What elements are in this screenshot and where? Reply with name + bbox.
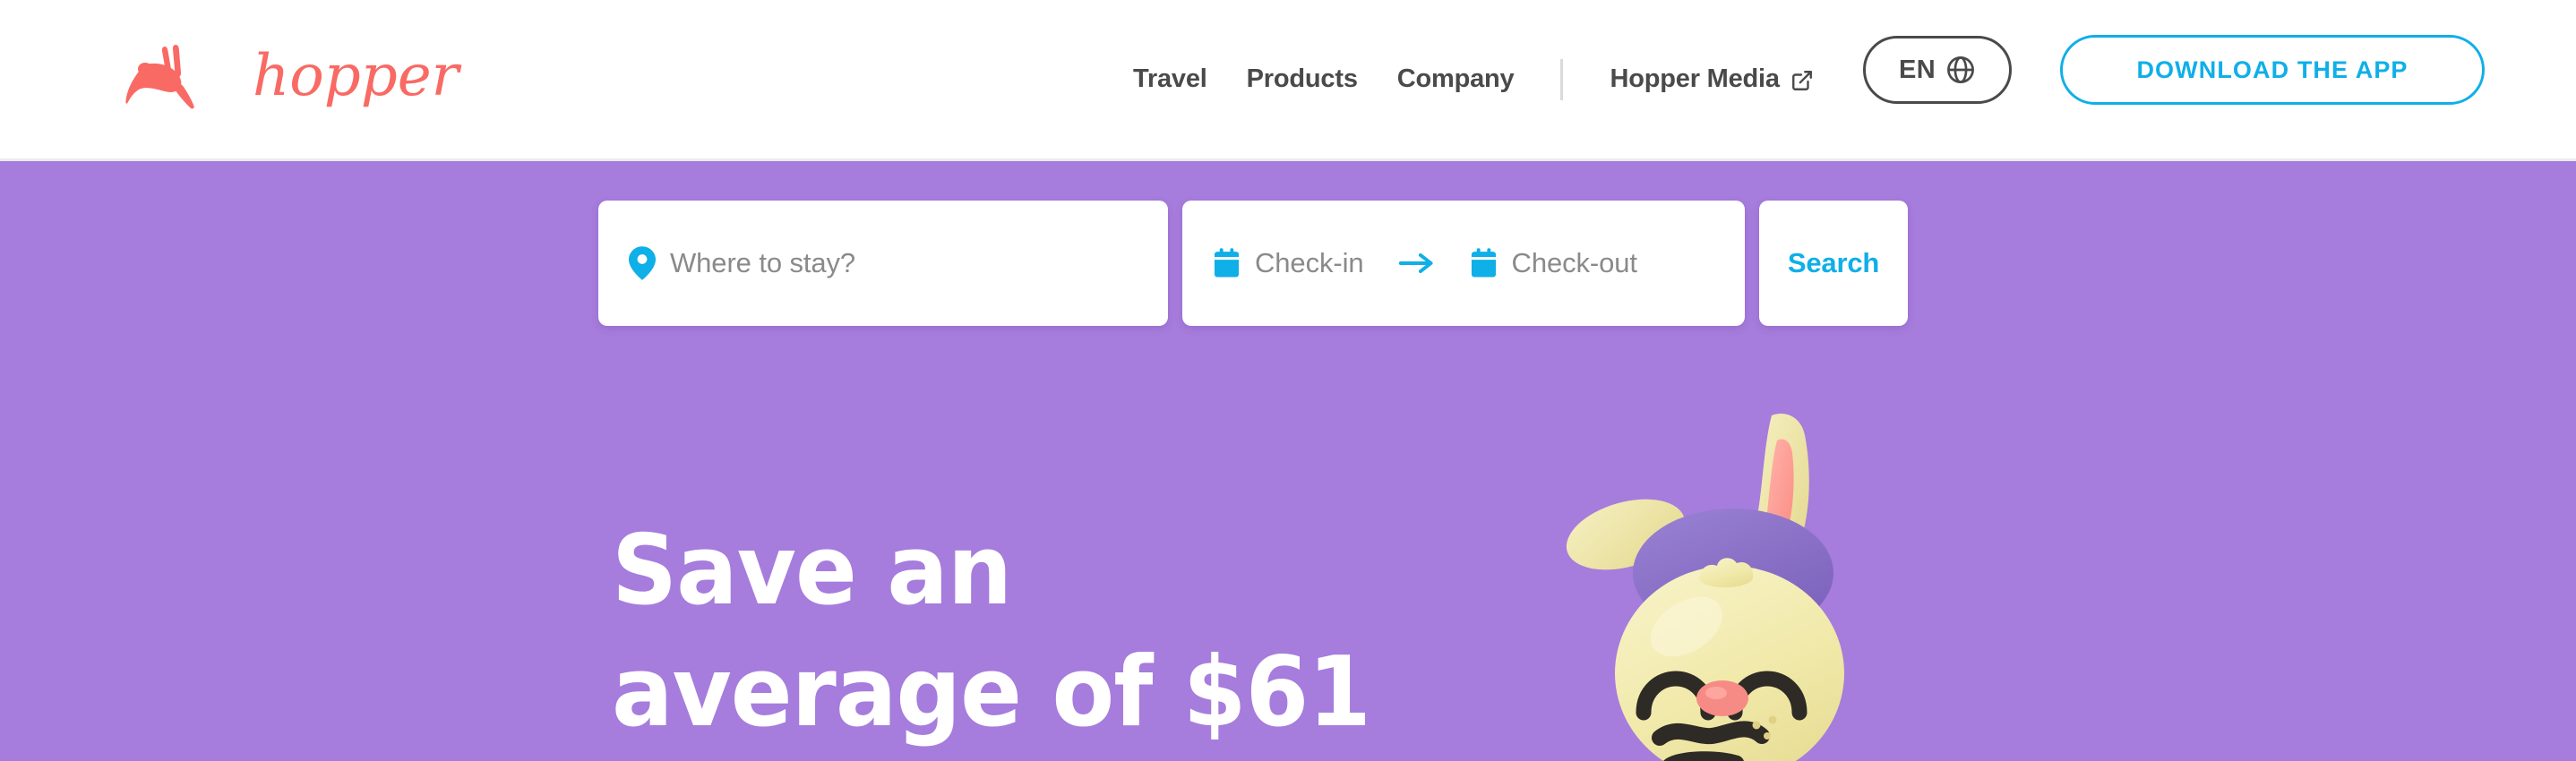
hopper-wordmark-text: hopper [253, 45, 462, 109]
language-label: EN [1899, 55, 1936, 84]
bunny-freckle [1752, 721, 1761, 730]
main-navigation: Travel Products Company Hopper Media [1133, 0, 1814, 158]
bunny-mouth-line [1652, 721, 1770, 746]
check-out-placeholder: Check-out [1511, 247, 1637, 278]
nav-item-hopper-media-label: Hopper Media [1610, 64, 1780, 93]
external-link-icon [1791, 70, 1812, 90]
check-out-field[interactable]: Check-out [1470, 247, 1637, 279]
hero-headline-line-2: average of $61 [612, 637, 1371, 748]
bunny-freckle [1764, 732, 1771, 740]
hopper-wordmark: hopper [253, 45, 462, 109]
download-app-button[interactable]: DOWNLOAD THE APP [2060, 35, 2485, 105]
bunny-nose [1696, 680, 1748, 716]
rabbit-icon [125, 45, 194, 109]
check-in-field[interactable]: Check-in [1213, 247, 1364, 279]
site-header: hopper Travel Products Company Hopper Me… [0, 0, 2576, 161]
dates-search-panel: Check-in Check-out [1182, 201, 1745, 326]
download-app-label: DOWNLOAD THE APP [2136, 56, 2409, 83]
bunny-nose-highlight [1705, 687, 1727, 699]
hero-headline: Save an average of $61 [612, 510, 1454, 754]
hero-section: Where to stay? Check-in Check-out Search… [0, 161, 2576, 761]
map-pin-icon [629, 246, 656, 280]
nav-item-products[interactable]: Products [1247, 64, 1358, 94]
nav-item-hopper-media[interactable]: Hopper Media [1610, 64, 1813, 94]
calendar-icon [1471, 248, 1496, 278]
globe-icon [1946, 56, 1974, 83]
hopper-logo[interactable]: hopper [125, 45, 521, 109]
hotel-search-bar: Where to stay? Check-in Check-out Search [598, 201, 1908, 326]
check-in-placeholder: Check-in [1255, 247, 1364, 278]
search-button-label: Search [1787, 247, 1880, 278]
nav-divider [1560, 58, 1564, 100]
location-placeholder: Where to stay? [670, 247, 856, 278]
hopper-bunny-mascot [1554, 405, 1912, 761]
arrow-right-icon [1398, 252, 1433, 274]
location-search-panel[interactable]: Where to stay? [598, 201, 1168, 326]
location-field[interactable]: Where to stay? [629, 246, 855, 280]
nav-item-travel[interactable]: Travel [1133, 64, 1207, 94]
bunny-freckle [1768, 715, 1777, 724]
language-selector-button[interactable]: EN [1863, 36, 2012, 104]
bunny-illustration [1566, 414, 1844, 761]
search-button[interactable]: Search [1759, 201, 1908, 326]
hero-headline-line-1: Save an [612, 515, 1012, 627]
nav-item-company[interactable]: Company [1397, 64, 1515, 94]
calendar-icon [1214, 248, 1240, 278]
